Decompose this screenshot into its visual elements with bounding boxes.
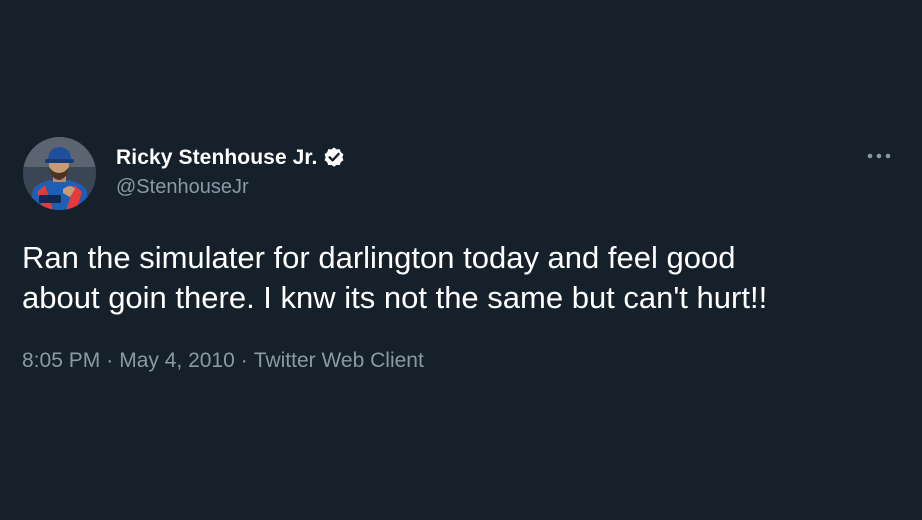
tweet-text: Ran the simulater for darlington today a… — [22, 240, 768, 315]
tweet-time[interactable]: 8:05 PM — [22, 349, 100, 373]
meta-separator: · — [240, 349, 248, 372]
avatar[interactable] — [23, 137, 96, 210]
tweet-metadata: 8:05 PM · May 4, 2010 · Twitter Web Clie… — [22, 349, 424, 373]
user-handle[interactable]: @StenhouseJr — [116, 177, 346, 197]
driver-portrait-avatar-icon — [23, 137, 96, 210]
more-horizontal-icon — [867, 153, 891, 159]
tweet-card: Ricky Stenhouse Jr. @StenhouseJr Ran the… — [0, 0, 922, 520]
author-name-row: Ricky Stenhouse Jr. — [116, 144, 346, 170]
display-name[interactable]: Ricky Stenhouse Jr. — [116, 147, 317, 168]
tweet-source-link[interactable]: Twitter Web Client — [254, 349, 424, 373]
more-options-button[interactable] — [860, 144, 898, 168]
author-block: Ricky Stenhouse Jr. @StenhouseJr — [116, 144, 346, 197]
verified-badge-icon — [322, 145, 346, 169]
tweet-date[interactable]: May 4, 2010 — [119, 349, 235, 373]
meta-separator: · — [106, 349, 114, 372]
